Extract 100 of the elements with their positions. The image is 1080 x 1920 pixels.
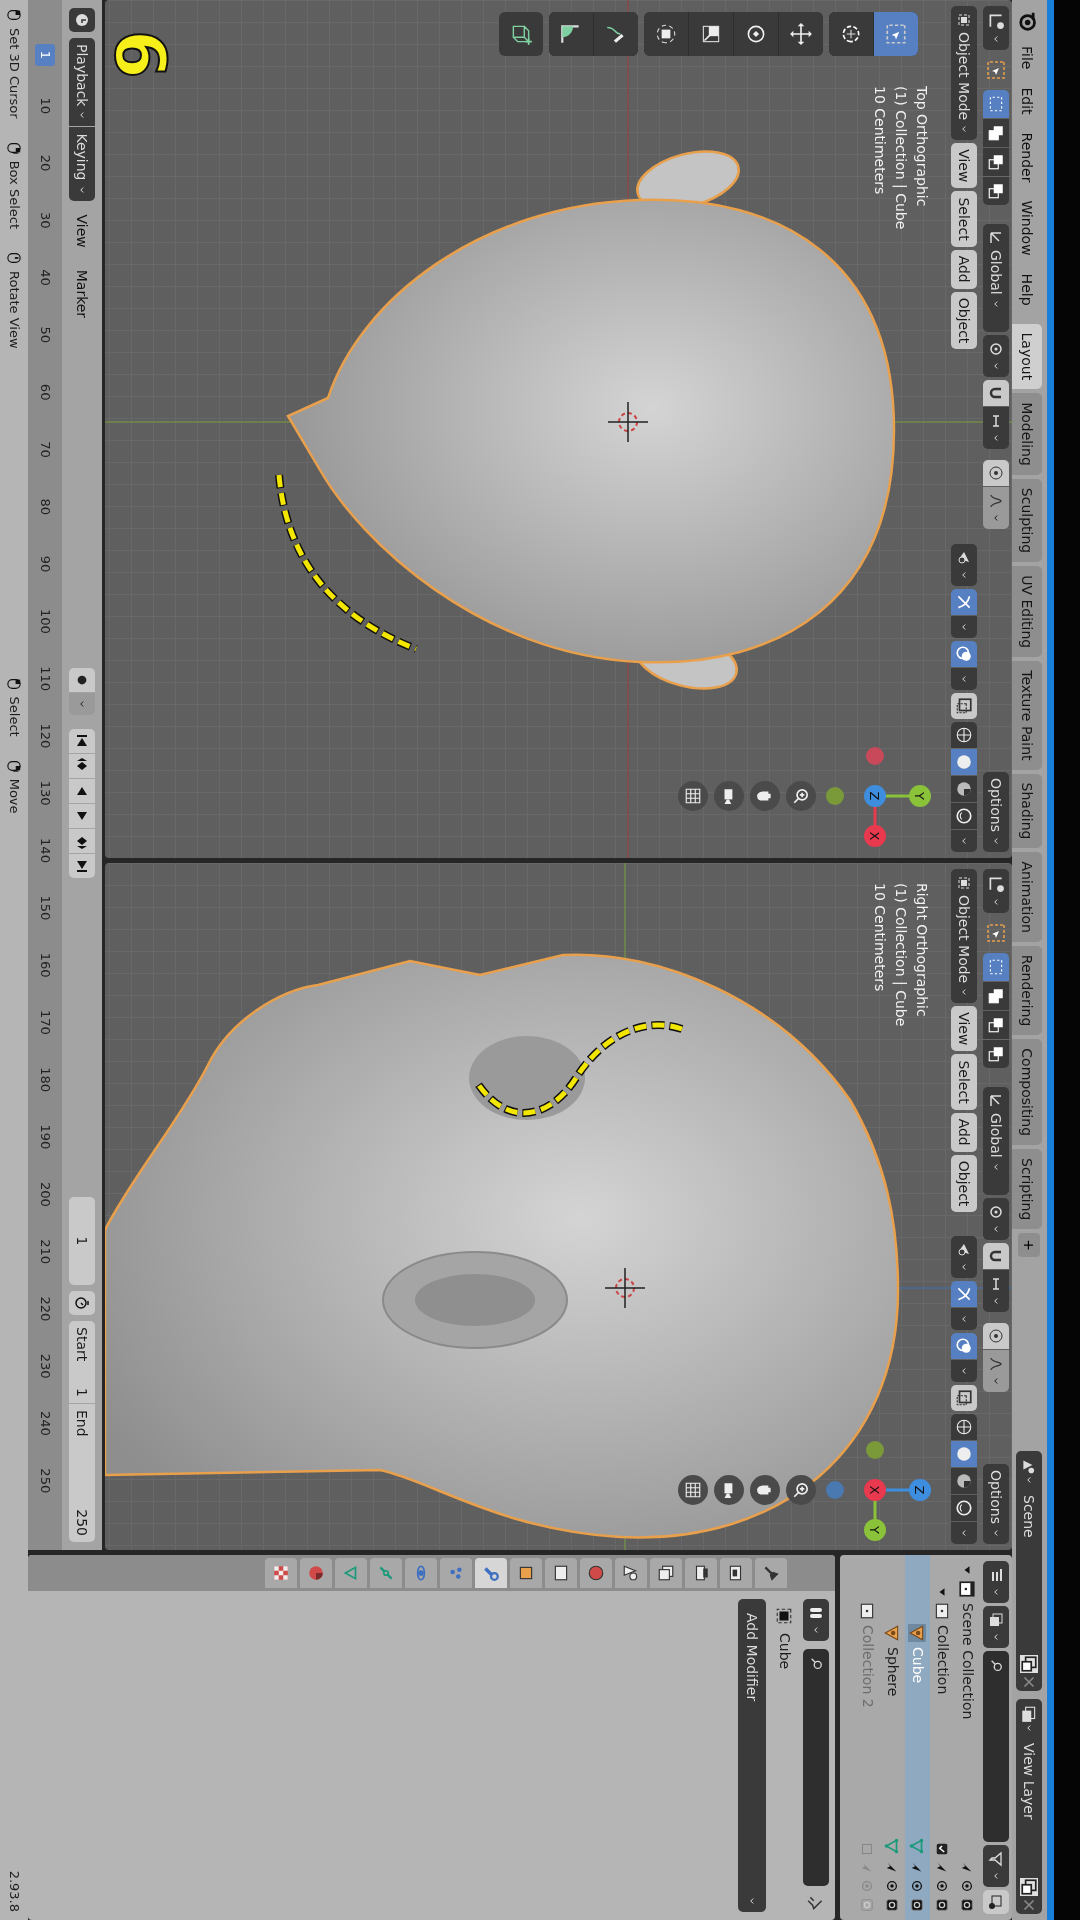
frame-number: 50	[36, 325, 54, 346]
frame-number: 90	[36, 554, 54, 575]
frame-number: 160	[36, 951, 54, 980]
workspace-tab[interactable]: Modeling	[1012, 393, 1042, 475]
menu-dropdown[interactable]: Keying	[69, 127, 95, 201]
menu-item[interactable]: File	[1012, 38, 1042, 78]
viewport-info-text: 10 Centimeters	[871, 883, 889, 994]
viewport-panel[interactable]: Global Options Object Mode View Select Add Object Top Orthographic (1) Collection | Cube 10 Centimeters Y X Z 6	[105, 0, 1012, 858]
frame-number: 110	[36, 665, 54, 694]
orientation-dropdown[interactable]: Global	[983, 1087, 1009, 1195]
frame-number: 10	[36, 96, 54, 116]
status-hint: Move	[5, 778, 23, 814]
workspace-tab[interactable]: Shading	[1012, 773, 1042, 849]
mode-dropdown[interactable]: Object Mode	[951, 869, 977, 1004]
viewport-info-text: (1) Collection | Cube	[891, 86, 910, 230]
frame-number: 20	[36, 153, 54, 174]
workspace-tab[interactable]: Compositing	[1012, 1039, 1042, 1146]
navigation-gizmo[interactable]: Z Y X	[815, 1430, 935, 1550]
menu-button[interactable]: Object	[951, 1154, 977, 1213]
menu-item[interactable]: Marker	[67, 261, 97, 327]
frame-number: 100	[36, 607, 54, 636]
menu-button[interactable]: Select	[951, 191, 977, 247]
frame-number: 230	[36, 1352, 54, 1381]
frame-number: 140	[36, 837, 54, 865]
menu-button[interactable]: View	[951, 1006, 977, 1052]
frame-number: 210	[36, 1238, 54, 1266]
status-hint: Rotate View	[5, 271, 23, 349]
field-label: End	[73, 1410, 92, 1437]
frame-number: 170	[36, 1009, 54, 1037]
menu-item[interactable]: View	[67, 206, 97, 256]
menu-item[interactable]: Edit	[1012, 79, 1042, 123]
outliner-item-label: Collection	[934, 1625, 952, 1695]
axis-label: Z	[912, 1485, 927, 1495]
frame-number: 130	[36, 779, 54, 808]
field-label: Start	[73, 1327, 92, 1362]
axis-label: Y	[912, 792, 927, 800]
version-text: 2.93.8	[5, 1870, 23, 1912]
workspace-tab[interactable]: Layout	[1012, 323, 1042, 390]
step-number: 6	[105, 30, 175, 79]
field-value: 1	[73, 1388, 92, 1397]
outliner-row[interactable]: Sphere	[880, 1555, 905, 1920]
workspace-tab[interactable]: Rendering	[1012, 945, 1042, 1036]
frame-number: 200	[36, 1180, 54, 1209]
status-hint: Set 3D Cursor	[5, 28, 23, 119]
frame-number: 250	[36, 1467, 54, 1496]
frame-number: 120	[36, 722, 54, 751]
menu-dropdown[interactable]: Playback	[69, 38, 95, 127]
view-layer-selector[interactable]: View Layer	[1016, 1699, 1042, 1914]
frame-number: 80	[36, 497, 54, 517]
workspace-tab[interactable]: Sculpting	[1012, 478, 1042, 563]
outliner-row[interactable]: Scene Collection	[955, 1555, 980, 1920]
mode-dropdown[interactable]: Object Mode	[951, 6, 977, 141]
menu-button[interactable]: Object	[951, 291, 977, 350]
viewport-info-text: (1) Collection | Cube	[891, 883, 910, 1027]
options-dropdown[interactable]: Options	[983, 1463, 1009, 1544]
menu-item[interactable]: Help	[1012, 265, 1042, 314]
axis-label: Y	[867, 1526, 882, 1534]
playhead-frame[interactable]: 1	[35, 44, 55, 66]
frame-number: 60	[36, 382, 54, 403]
axis-label: X	[867, 1485, 882, 1495]
status-hint: Select	[5, 696, 23, 737]
orientation-dropdown[interactable]: Global	[983, 224, 1009, 332]
outliner-item-label: Scene Collection	[959, 1603, 977, 1720]
object-name: Cube	[776, 1633, 794, 1670]
scene-selector[interactable]: Scene	[1016, 1451, 1042, 1691]
frame-number: 30	[36, 210, 54, 231]
workspace-tab[interactable]: Texture Paint	[1012, 661, 1042, 770]
add-modifier-dropdown[interactable]: Add Modifier	[738, 1599, 766, 1912]
menu-button[interactable]: Add	[951, 1112, 977, 1152]
add-workspace-button[interactable]: +	[1018, 1233, 1040, 1258]
viewport-panel[interactable]: Global Options Object Mode View Select Add Object Right Orthographic (1) Collection | Cube 10 Centimeters Z Y X	[105, 863, 1012, 1550]
frame-number: 190	[36, 1123, 54, 1152]
axis-label: X	[867, 831, 882, 841]
menu-button[interactable]: View	[951, 143, 977, 189]
workspace-tab[interactable]: Animation	[1012, 852, 1042, 942]
viewport-info-text: Top Orthographic	[913, 86, 931, 209]
options-dropdown[interactable]: Options	[983, 771, 1009, 852]
viewport-info-text: Right Orthographic	[913, 883, 931, 1019]
menu-button[interactable]: Add	[951, 249, 977, 289]
navigation-gizmo[interactable]: Y X Z	[815, 736, 935, 856]
frame-number: 70	[36, 440, 54, 460]
menu-item[interactable]: Window	[1012, 192, 1042, 264]
status-hint: Box Select	[5, 160, 23, 230]
frame-number: 180	[36, 1066, 54, 1095]
frame-number: 40	[36, 268, 54, 288]
workspace-tab[interactable]: UV Editing	[1012, 566, 1042, 658]
menu-item[interactable]: Render	[1012, 124, 1042, 191]
workspace-tab[interactable]: Scripting	[1012, 1149, 1042, 1230]
outliner-item-label: Sphere	[884, 1647, 902, 1697]
frame-number: 220	[36, 1295, 54, 1324]
menu-button[interactable]: Select	[951, 1054, 977, 1110]
current-frame-field[interactable]: 1	[69, 1197, 95, 1285]
frame-number: 150	[36, 894, 54, 923]
field-value: 250	[73, 1509, 92, 1536]
axis-label: Z	[867, 791, 882, 801]
outliner-item-label: Collection 2	[859, 1625, 877, 1708]
outliner-item-label: Cube	[909, 1647, 927, 1684]
start-frame-field[interactable]: Start 1	[69, 1321, 95, 1403]
outliner-row[interactable]: Collection	[930, 1555, 955, 1920]
end-frame-field[interactable]: End 250	[69, 1404, 95, 1542]
